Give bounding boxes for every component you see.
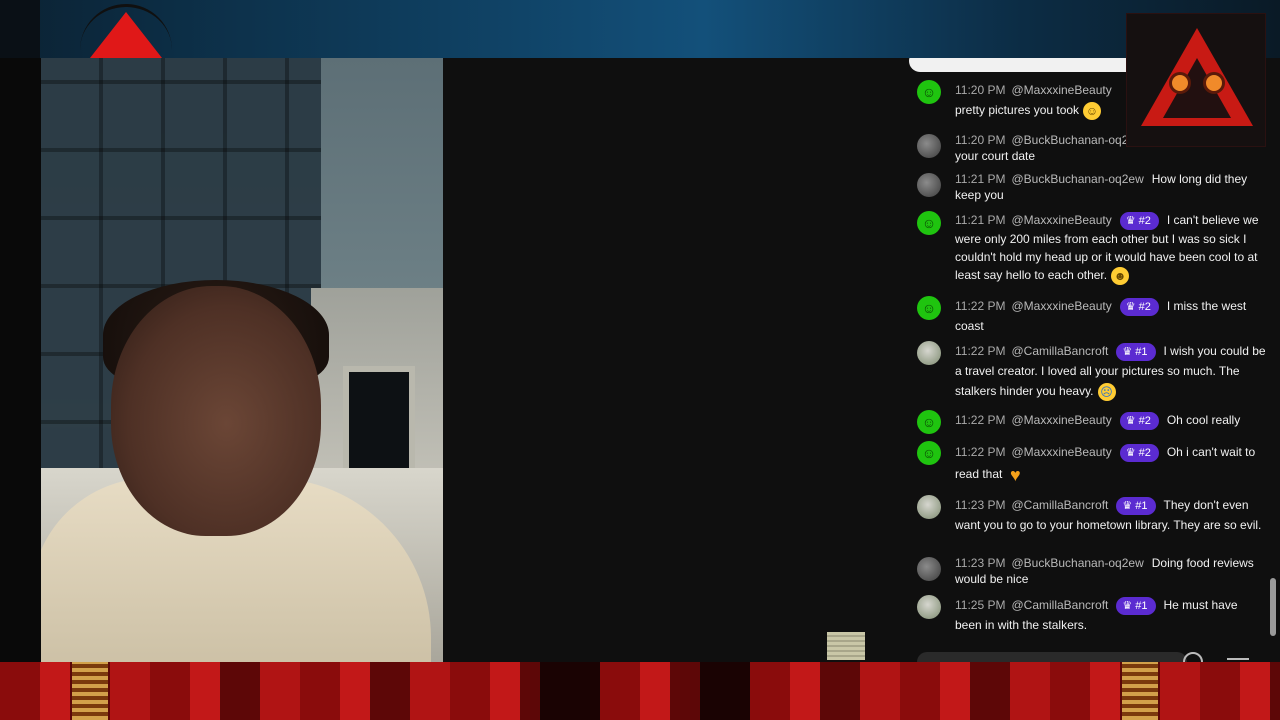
crown-icon: ♛ [1122,599,1133,612]
avatar[interactable] [917,495,941,519]
member-badge: ♛ #2 [1119,411,1159,430]
orange-heart-icon: ♥ [1010,464,1021,485]
avatar[interactable]: ☺ [917,441,941,465]
message-author[interactable]: @MaxxxineBeauty [1011,413,1111,427]
avatar[interactable] [917,557,941,581]
ornament [72,662,108,720]
crown-icon: ♛ [1125,446,1136,459]
eye-icon [1203,72,1225,94]
crown-icon: ♛ [1125,414,1136,427]
message-time: 11:22 PM [955,344,1006,358]
message-time: 11:25 PM [955,598,1006,612]
message-author[interactable]: @BuckBuchanan-oq2ew [1011,172,1143,186]
crown-icon: ♛ [1125,300,1136,313]
message-time: 11:21 PM [955,172,1006,186]
message-author[interactable]: @MaxxxineBeauty [1011,299,1111,313]
message-author[interactable]: @MaxxxineBeauty [1011,213,1111,227]
bottom-banner [0,662,1280,720]
message-time: 11:23 PM [955,498,1006,512]
message-author[interactable]: @MaxxxineBeauty [1011,445,1111,459]
camera-feed [41,58,443,662]
message-author[interactable]: @MaxxxineBeauty [1011,83,1111,97]
building-window [343,366,415,476]
avatar[interactable]: ☺ [917,410,941,434]
live-chat-panel[interactable]: ☺ 11:20 PM @MaxxxineBeauty pretty picture… [893,58,1280,662]
avatar[interactable] [917,173,941,197]
top-banner [0,0,1280,58]
crown-icon: ♛ [1122,345,1133,358]
message-author[interactable]: @BuckBuchanan-oq2 [1011,133,1128,147]
chat-input[interactable] [917,652,1187,662]
message-time: 11:21 PM [955,213,1006,227]
message-author[interactable]: @CamillaBancroft [1011,598,1108,612]
red-triangle-logo-icon [90,12,162,58]
avatar[interactable] [917,595,941,619]
chat-scrollbar[interactable] [1270,578,1276,636]
crown-icon: ♛ [1125,214,1136,227]
crown-icon: ♛ [1122,499,1133,512]
message-time: 11:23 PM [955,556,1006,570]
send-icon[interactable] [1183,652,1203,662]
avatar[interactable]: ☺ [917,80,941,104]
avatar[interactable]: ☺ [917,211,941,235]
eye-icon [1169,72,1191,94]
channel-logo [1126,13,1266,147]
hugging-face-icon: ☻ [1111,266,1130,285]
message-time: 11:20 PM [955,83,1006,97]
member-badge: ♛ #1 [1116,496,1156,515]
video-stage [0,58,893,662]
avatar[interactable] [917,341,941,365]
message-time: 11:20 PM [955,133,1006,147]
member-badge: ♛ #1 [1116,342,1156,361]
member-badge: ♛ #2 [1119,443,1159,462]
message-text: your court date [955,149,1036,163]
ornament [1122,662,1158,720]
member-badge: ♛ #2 [1119,297,1159,316]
message-author[interactable]: @CamillaBancroft [1011,498,1108,512]
pinned-banner[interactable] [909,58,1137,72]
smiling-face-with-halo-icon: ☺ [1083,101,1102,120]
sticker-image [827,632,865,660]
member-badge: ♛ #2 [1119,211,1159,230]
avatar[interactable] [917,134,941,158]
avatar[interactable]: ☺ [917,296,941,320]
face [111,286,321,536]
loudly-crying-face-icon: ☹ [1097,382,1116,401]
member-badge: ♛ #1 [1116,596,1156,615]
message-time: 11:22 PM [955,299,1006,313]
message-text: pretty pictures you took [955,103,1080,117]
message-author[interactable]: @CamillaBancroft [1011,344,1108,358]
message-author[interactable]: @BuckBuchanan-oq2ew [1011,556,1143,570]
message-text: Oh cool really [1166,413,1241,427]
message-time: 11:22 PM [955,445,1006,459]
message-time: 11:22 PM [955,413,1006,427]
